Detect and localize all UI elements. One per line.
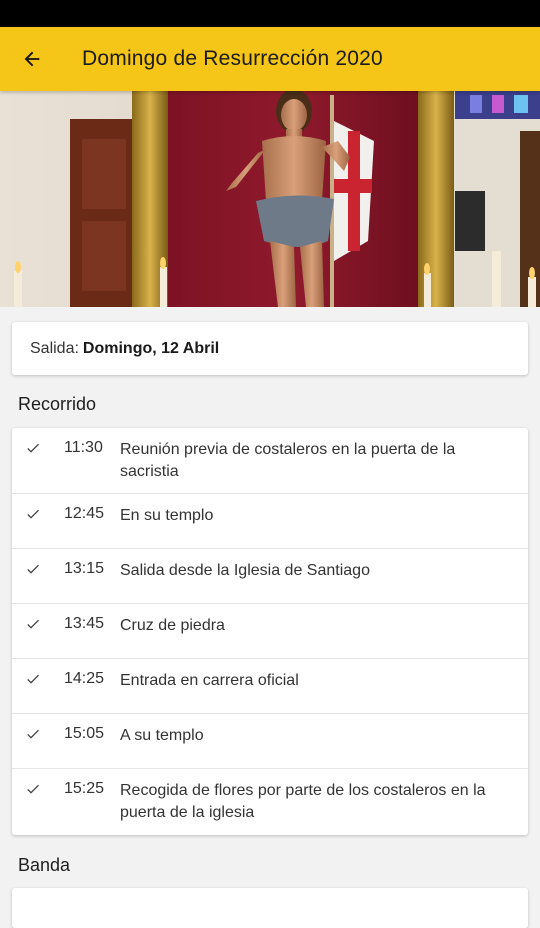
salida-card: Salida: Domingo, 12 Abril bbox=[12, 322, 528, 375]
check-icon bbox=[27, 674, 39, 684]
check-icon bbox=[27, 564, 39, 574]
hero-image bbox=[0, 91, 540, 307]
route-item: 13:15 Salida desde la Iglesia de Santiag… bbox=[12, 549, 528, 604]
route-description: En su templo bbox=[120, 507, 214, 524]
status-bar bbox=[0, 0, 540, 27]
route-description: Recogida de flores por parte de los cost… bbox=[120, 782, 486, 821]
salida-date: Domingo, 12 Abril bbox=[82, 339, 220, 357]
banda-heading: Banda bbox=[18, 855, 71, 875]
route-item: 13:45 Cruz de piedra bbox=[12, 604, 528, 659]
route-item: 14:25 Entrada en carrera oficial bbox=[12, 659, 528, 714]
check-icon bbox=[27, 509, 39, 519]
route-description: A su templo bbox=[120, 727, 204, 744]
route-time: 13:15 bbox=[64, 560, 105, 577]
check-icon bbox=[27, 443, 39, 453]
route-item: 11:30 Reunión previa de costaleros en la… bbox=[12, 428, 528, 494]
route-time: 15:25 bbox=[64, 780, 105, 797]
check-icon bbox=[27, 784, 39, 794]
banda-card bbox=[12, 888, 528, 928]
route-description: Salida desde la Iglesia de Santiago bbox=[120, 562, 370, 579]
route-description: Reunión previa de costaleros en la puert… bbox=[120, 441, 456, 480]
route-item: 12:45 En su templo bbox=[12, 494, 528, 549]
route-description: Cruz de piedra bbox=[120, 617, 225, 634]
route-time: 13:45 bbox=[64, 615, 105, 632]
salida-label: Salida: bbox=[30, 339, 79, 357]
app-bar: Domingo de Resurrección 2020 bbox=[0, 27, 540, 91]
route-description: Entrada en carrera oficial bbox=[120, 672, 299, 689]
recorrido-heading: Recorrido bbox=[18, 394, 97, 414]
arrow-back-icon bbox=[24, 51, 40, 67]
route-item: 15:05 A su templo bbox=[12, 714, 528, 769]
route-time: 12:45 bbox=[64, 505, 105, 522]
page-title: Domingo de Resurrección 2020 bbox=[82, 47, 383, 70]
route-time: 14:25 bbox=[64, 670, 105, 687]
back-button[interactable] bbox=[0, 27, 64, 91]
check-icon bbox=[27, 729, 39, 739]
route-item: 15:25 Recogida de flores por parte de lo… bbox=[12, 769, 528, 835]
check-icon bbox=[27, 619, 39, 629]
route-time: 11:30 bbox=[64, 439, 103, 456]
route-list: 11:30 Reunión previa de costaleros en la… bbox=[12, 428, 528, 835]
route-time: 15:05 bbox=[64, 725, 105, 742]
